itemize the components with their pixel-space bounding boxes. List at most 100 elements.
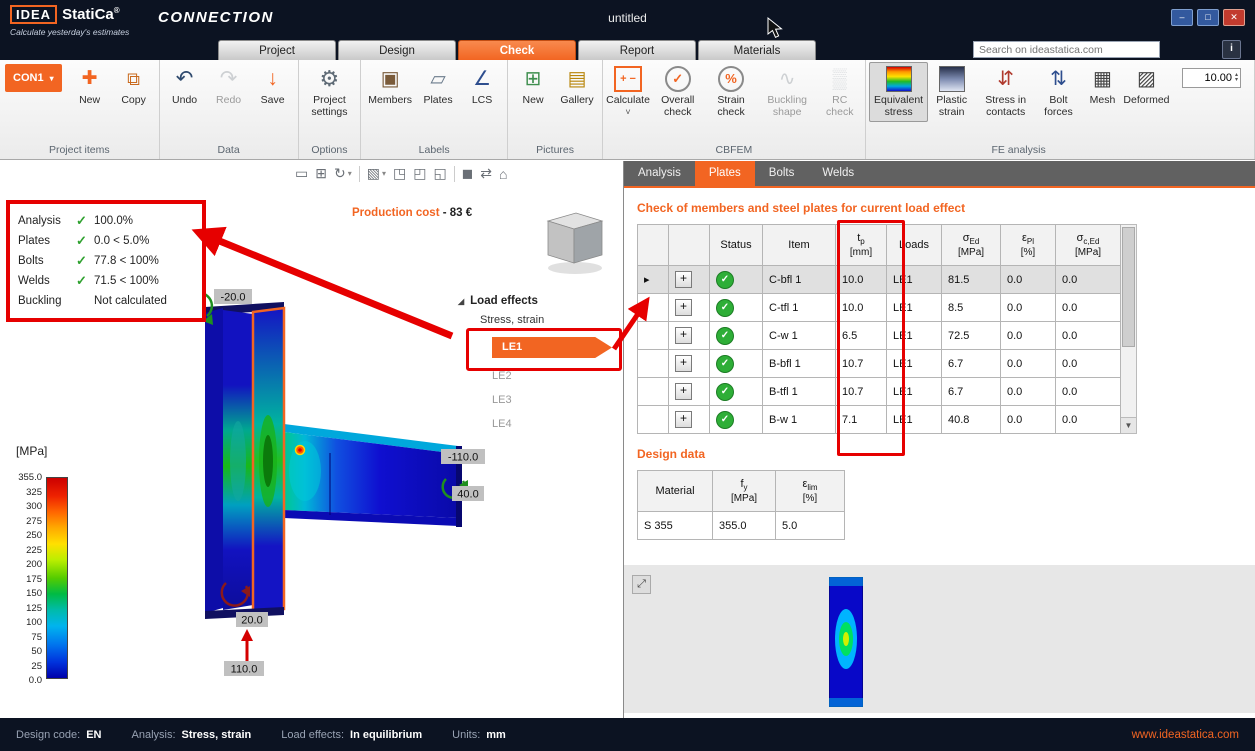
stress-color-scale: [MPa] 355.032530027525022520017515012510… <box>10 444 68 686</box>
scale-tick: 125 <box>10 603 42 614</box>
results-tab-analysis[interactable]: Analysis <box>624 161 695 186</box>
ribbon-calculate-button[interactable]: + −Calculate˅ <box>606 62 650 121</box>
tab-materials[interactable]: Materials <box>698 40 816 60</box>
save-icon: ↓ <box>267 66 278 92</box>
maximize-button[interactable]: □ <box>1197 9 1219 26</box>
measure-icon[interactable]: ▭ <box>295 165 308 182</box>
table-row[interactable]: +✓B-bfl 110.7LE16.70.00.0 <box>638 350 1121 378</box>
column-header: σEd[MPa] <box>942 225 1001 266</box>
ribbon-mesh-button[interactable]: ▦Mesh <box>1080 62 1124 110</box>
scroll-down-icon[interactable]: ▼ <box>1121 417 1136 433</box>
ribbon-group-label: CBFEM <box>606 142 862 159</box>
buckling-icon: ∿ <box>779 66 796 92</box>
tab-project[interactable]: Project <box>218 40 336 60</box>
ribbon-stress-in-contacts-button[interactable]: ⇵Stress in contacts <box>975 62 1037 122</box>
ribbon-members-button[interactable]: ▣Members <box>364 62 416 110</box>
home-icon[interactable]: ⌂ <box>499 166 507 182</box>
status-analysis: Analysis:Stress, strain <box>132 729 252 741</box>
table-row[interactable]: +✓C-tfl 110.0LE18.50.00.0 <box>638 294 1121 322</box>
expand-row-button[interactable]: + <box>675 299 692 316</box>
view-top-icon[interactable]: ◱ <box>433 165 446 182</box>
results-tab-bolts[interactable]: Bolts <box>755 161 809 186</box>
toolbar-separator <box>454 166 455 182</box>
ribbon-undo-button[interactable]: ↶Undo <box>163 62 207 110</box>
load-effect-le3[interactable]: LE3 <box>492 394 618 406</box>
ribbon-plastic-strain-button[interactable]: Plastic strain <box>928 62 974 122</box>
redo-icon: ↷ <box>220 66 238 92</box>
ribbon-equivalent-stress-button[interactable]: Equivalent stress <box>869 62 929 122</box>
section-icon[interactable]: ▧▾ <box>367 165 386 182</box>
column-header: fy[MPa] <box>713 471 776 512</box>
scale-tick: 275 <box>10 516 42 527</box>
table-scrollbar[interactable]: ▼ <box>1121 224 1137 434</box>
expand-row-button[interactable]: + <box>675 355 692 372</box>
spinner-arrows-icon[interactable]: ▴▾ <box>1235 73 1238 83</box>
table-row[interactable]: +✓B-w 17.1LE140.80.00.0 <box>638 406 1121 434</box>
3d-viewport[interactable]: -20.0 -110.0 40.0 20.0 110.0 ▭⊞↻▾▧▾◳◰◱◼⇄… <box>0 161 623 718</box>
ribbon-new-button[interactable]: ✚New <box>68 62 112 110</box>
table-row[interactable]: S 355355.05.0 <box>638 512 845 540</box>
results-tab-plates[interactable]: Plates <box>695 161 755 186</box>
stress-scale-spinner[interactable]: 10.00▴▾ <box>1182 68 1241 88</box>
scale-tick: 150 <box>10 588 42 599</box>
info-button[interactable]: i <box>1222 40 1241 59</box>
ribbon-group-label: Pictures <box>511 142 599 159</box>
view-front-icon[interactable]: ◰ <box>413 165 426 182</box>
ribbon-new-button[interactable]: ⊞New <box>511 62 555 110</box>
lcs-icon: ∠ <box>473 66 491 92</box>
mirror-icon[interactable]: ⇄ <box>480 165 492 182</box>
ribbon-group-label: FE analysis <box>869 142 1169 159</box>
table-row[interactable]: +✓B-tfl 110.7LE16.70.00.0 <box>638 378 1121 406</box>
search-input[interactable] <box>973 41 1160 58</box>
design-data-heading: Design data <box>637 447 1255 461</box>
fit-icon[interactable]: ⊞ <box>315 165 327 182</box>
plastic-strain-icon <box>939 66 965 92</box>
status-load-effects: Load effects:In equilibrium <box>281 729 422 741</box>
load-effect-le4[interactable]: LE4 <box>492 418 618 430</box>
ribbon-project-settings-button[interactable]: ⚙Project settings <box>302 62 358 122</box>
ribbon-deformed-button[interactable]: ▨Deformed <box>1124 62 1168 110</box>
view-iso-icon[interactable]: ◳ <box>393 165 406 182</box>
ribbon-save-button[interactable]: ↓Save <box>251 62 295 110</box>
ribbon-plates-button[interactable]: ▱Plates <box>416 62 460 110</box>
new-item-icon: ✚ <box>82 66 98 92</box>
connection-selector-button[interactable]: CON1▾ <box>5 64 62 92</box>
ribbon-gallery-button[interactable]: ▤Gallery <box>555 62 599 110</box>
ribbon-copy-button[interactable]: ⧉Copy <box>112 62 156 110</box>
results-tab-welds[interactable]: Welds <box>808 161 868 186</box>
bolt-forces-icon: ⇅ <box>1050 66 1067 92</box>
plate-stress-thumbnail[interactable] <box>829 577 863 707</box>
expand-row-button[interactable]: + <box>675 383 692 400</box>
ribbon-overall-check-button[interactable]: ✓Overall check <box>650 62 705 122</box>
expand-row-button[interactable]: + <box>675 271 692 288</box>
tree-item-stress-strain[interactable]: Stress, strain <box>480 314 618 326</box>
collapse-triangle-icon[interactable]: ◢ <box>458 297 464 306</box>
expand-row-button[interactable]: + <box>675 411 692 428</box>
ribbon-lcs-button[interactable]: ∠LCS <box>460 62 504 110</box>
scrollbar-thumb[interactable] <box>1122 227 1135 347</box>
tab-report[interactable]: Report <box>578 40 696 60</box>
table-row[interactable]: ▸+✓C-bfl 110.0LE181.50.00.0 <box>638 266 1121 294</box>
expand-preview-icon[interactable]: ⤢ <box>632 575 651 594</box>
ribbon-strain-check-button[interactable]: %Strain check <box>705 62 756 122</box>
navigation-cube[interactable] <box>548 213 602 274</box>
website-link[interactable]: www.ideastatica.com <box>1132 729 1239 741</box>
rotate-icon[interactable]: ↻▾ <box>334 165 352 182</box>
table-row[interactable]: +✓C-w 16.5LE172.50.00.0 <box>638 322 1121 350</box>
scale-tick: 300 <box>10 501 42 512</box>
ribbon-redo-button: ↷Redo <box>207 62 251 110</box>
tab-design[interactable]: Design <box>338 40 456 60</box>
tab-check[interactable]: Check <box>458 40 576 60</box>
expand-row-button[interactable]: + <box>675 327 692 344</box>
status-bar: Design code:ENAnalysis:Stress, strainLoa… <box>0 718 1255 751</box>
result-row-analysis: Analysis✓100.0% <box>18 211 194 231</box>
ribbon-bolt-forces-button[interactable]: ⇅Bolt forces <box>1036 62 1080 122</box>
load-effect-le2[interactable]: LE2 <box>492 370 618 382</box>
load-label-bottom-moment: 20.0 <box>241 615 262 627</box>
plates-check-table: StatusItemtp[mm]LoadsσEd[MPa]εPl[%]σc,Ed… <box>637 224 1255 434</box>
minimize-button[interactable]: – <box>1171 9 1193 26</box>
render-solid-icon[interactable]: ◼ <box>462 165 474 182</box>
status-ok-icon: ✓ <box>716 383 734 401</box>
color-gradient-bar <box>46 477 68 679</box>
close-button[interactable]: ✕ <box>1223 9 1245 26</box>
